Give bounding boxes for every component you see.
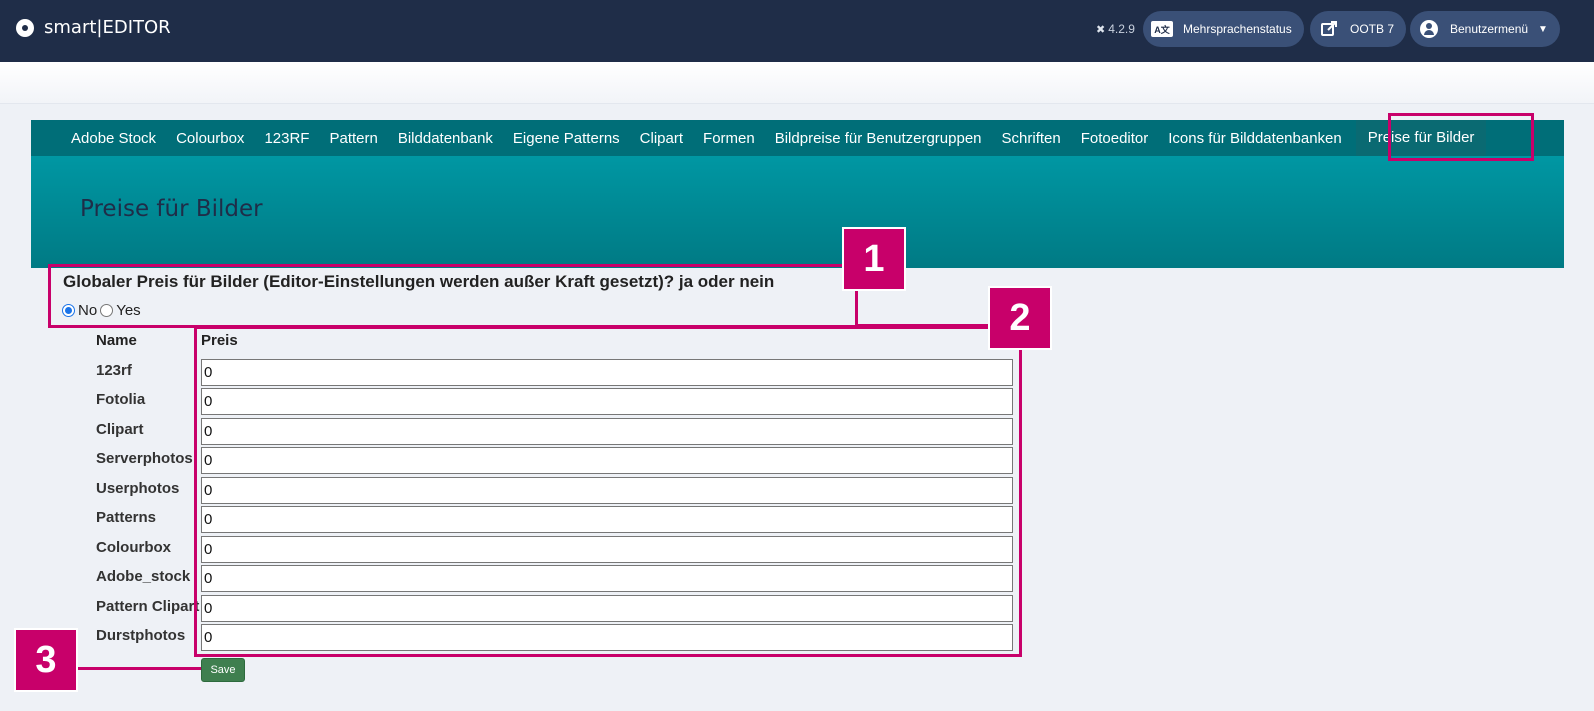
annotation-marker-2: 2 (988, 286, 1052, 350)
site-link-label: OOTB 7 (1350, 22, 1395, 36)
brand[interactable]: smart|EDITOR (16, 17, 171, 38)
top-header: smart|EDITOR ✖ 4.2.9 A文 Mehrsprachenstat… (0, 0, 1594, 62)
nav-item-adobe-stock[interactable]: Adobe Stock (61, 130, 166, 147)
version-info: ✖ 4.2.9 (1096, 22, 1135, 36)
multilingual-status-label: Mehrsprachenstatus (1183, 22, 1292, 36)
nav-item-bilddatenbank[interactable]: Bilddatenbank (388, 130, 503, 147)
logo-icon (16, 18, 34, 37)
row-name-userphotos: Userphotos (96, 480, 180, 497)
language-icon: A文 (1149, 16, 1175, 42)
row-name-durstphotos: Durstphotos (96, 627, 186, 644)
annotation-line-3 (77, 667, 201, 670)
row-name-clipart: Clipart (96, 421, 144, 438)
nav-item-123rf[interactable]: 123RF (254, 130, 319, 147)
site-link-button[interactable]: OOTB 7 (1310, 11, 1407, 47)
nav-item-clipart[interactable]: Clipart (630, 130, 693, 147)
component-nav: Adobe Stock Colourbox 123RF Pattern Bild… (31, 120, 1564, 156)
nav-item-icons-bilddatenbanken[interactable]: Icons für Bilddatenbanken (1158, 130, 1351, 147)
brand-name: smart|EDITOR (44, 17, 171, 38)
external-link-icon (1316, 16, 1342, 42)
page-banner: Preise für Bilder (31, 156, 1564, 268)
annotation-line-1 (855, 288, 858, 326)
nav-item-bildpreise-benutzergruppen[interactable]: Bildpreise für Benutzergruppen (765, 130, 992, 147)
chevron-down-icon: ▼ (1538, 23, 1548, 35)
nav-item-eigene-patterns[interactable]: Eigene Patterns (503, 130, 630, 147)
row-name-adobe-stock: Adobe_stock (96, 568, 191, 585)
annotation-marker-3: 3 (14, 628, 78, 692)
row-name-123rf: 123rf (96, 362, 132, 379)
annotation-box-2 (194, 326, 1022, 657)
toolbar-area (0, 62, 1594, 104)
nav-item-pattern[interactable]: Pattern (319, 130, 387, 147)
multilingual-status-button[interactable]: A文 Mehrsprachenstatus (1143, 11, 1304, 47)
user-menu-label: Benutzermenü (1450, 22, 1529, 36)
row-name-serverphotos: Serverphotos (96, 450, 193, 467)
nav-item-schriften[interactable]: Schriften (992, 130, 1071, 147)
user-icon (1416, 16, 1442, 42)
annotation-line-2 (858, 324, 992, 327)
annotation-box-1 (48, 264, 858, 328)
user-menu-button[interactable]: Benutzermenü ▼ (1410, 11, 1560, 47)
row-name-fotolia: Fotolia (96, 391, 146, 408)
nav-item-colourbox[interactable]: Colourbox (166, 130, 254, 147)
column-header-name: Name (96, 332, 137, 349)
save-button[interactable]: Save (201, 658, 245, 682)
nav-item-formen[interactable]: Formen (693, 130, 765, 147)
version-number: 4.2.9 (1108, 22, 1135, 36)
row-name-pattern-clipart: Pattern Clipart (96, 598, 200, 615)
nav-item-fotoeditor[interactable]: Fotoeditor (1071, 130, 1159, 147)
joomla-icon: ✖ (1096, 23, 1106, 36)
annotation-highlight-nav (1388, 113, 1534, 161)
row-name-colourbox: Colourbox (96, 539, 171, 556)
annotation-marker-1: 1 (842, 227, 906, 291)
row-name-patterns: Patterns (96, 509, 157, 526)
page-title: Preise für Bilder (80, 196, 263, 222)
